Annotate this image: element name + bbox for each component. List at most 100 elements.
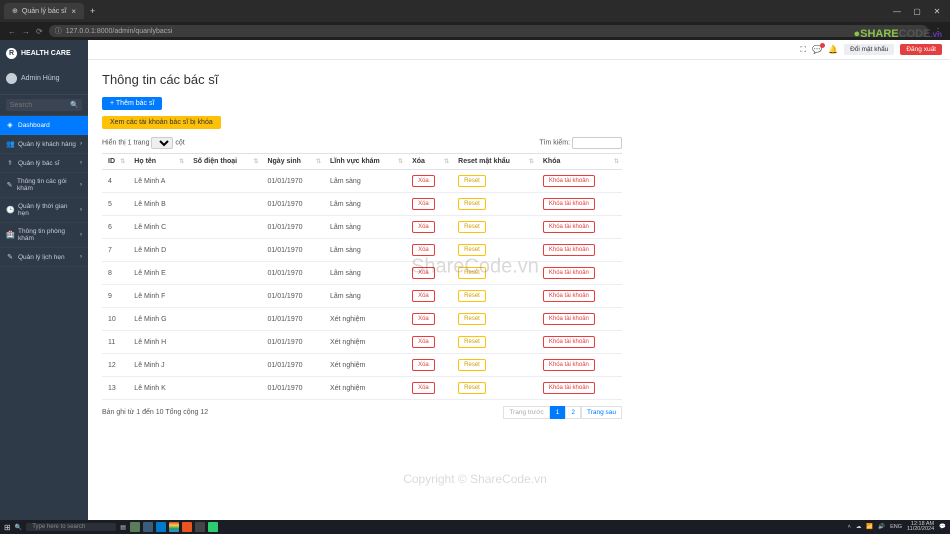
cell-phone xyxy=(187,308,261,331)
reset-button[interactable]: Reset xyxy=(458,382,486,394)
lock-button[interactable]: Khóa tài khoản xyxy=(543,290,595,302)
nav-forward-icon[interactable]: → xyxy=(22,27,30,36)
close-window-button[interactable]: ✕ xyxy=(928,7,946,16)
nav-doctors[interactable]: ⚕ Quản lý bác sĩ › xyxy=(0,154,88,173)
reset-button[interactable]: Reset xyxy=(458,221,486,233)
page-size-select[interactable]: 10 xyxy=(151,137,173,149)
cell-field: Xét nghiệm xyxy=(324,308,406,331)
view-locked-button[interactable]: Xem các tài khoản bác sĩ bị khóa xyxy=(102,116,221,129)
col-phone[interactable]: Số điện thoại xyxy=(187,154,261,170)
cell-name: Lê Minh C xyxy=(128,216,187,239)
chrome-icon[interactable] xyxy=(169,522,179,532)
delete-button[interactable]: Xóa xyxy=(412,382,435,394)
new-tab-button[interactable]: + xyxy=(84,6,101,16)
expand-icon[interactable]: ⛶ xyxy=(801,45,807,55)
table-row: 12 Lê Minh J 01/01/1970 Xét nghiệm Xóa R… xyxy=(102,354,622,377)
sidebar-user[interactable]: Admin Hùng xyxy=(0,67,88,95)
nav-back-icon[interactable]: ← xyxy=(8,27,16,36)
app-icon[interactable] xyxy=(208,522,218,532)
browser-tab[interactable]: ⊕ Quản lý bác sĩ × xyxy=(4,3,84,19)
cell-name: Lê Minh E xyxy=(128,262,187,285)
next-page-button[interactable]: Trang sau xyxy=(581,406,622,419)
notification-center-icon[interactable]: 💬 xyxy=(939,524,946,530)
url-input[interactable]: ⓘ 127.0.0.1:8000/admin/quanlybacsi xyxy=(49,25,928,37)
table-search-input[interactable] xyxy=(572,137,622,149)
lock-button[interactable]: Khóa tài khoản xyxy=(543,221,595,233)
app-icon[interactable] xyxy=(130,522,140,532)
site-info-icon: ⓘ xyxy=(55,26,62,36)
close-icon[interactable]: × xyxy=(71,7,76,16)
lock-button[interactable]: Khóa tài khoản xyxy=(543,359,595,371)
sidebar-brand[interactable]: R HEALTH CARE xyxy=(0,40,88,67)
search-icon[interactable]: 🔍 xyxy=(70,101,79,109)
table-row: 6 Lê Minh C 01/01/1970 Lâm sàng Xóa Rese… xyxy=(102,216,622,239)
nav-dashboard[interactable]: ◈ Dashboard xyxy=(0,116,88,135)
tray-cloud-icon[interactable]: ☁ xyxy=(856,524,862,530)
maximize-button[interactable]: ▢ xyxy=(908,7,926,16)
app-icon[interactable] xyxy=(143,522,153,532)
nav-schedule-time[interactable]: 🕒 Quản lý thời gian hẹn › xyxy=(0,198,88,223)
lock-button[interactable]: Khóa tài khoản xyxy=(543,244,595,256)
lock-button[interactable]: Khóa tài khoản xyxy=(543,336,595,348)
delete-button[interactable]: Xóa xyxy=(412,244,435,256)
lock-button[interactable]: Khóa tài khoản xyxy=(543,267,595,279)
cell-dob: 01/01/1970 xyxy=(261,216,324,239)
lock-button[interactable]: Khóa tài khoản xyxy=(543,175,595,187)
col-lock[interactable]: Khóa xyxy=(537,154,622,170)
cell-field: Xét nghiệm xyxy=(324,354,406,377)
bell-icon[interactable]: 🔔 xyxy=(828,45,838,54)
col-reset[interactable]: Reset mật khẩu xyxy=(452,154,537,170)
col-field[interactable]: Lĩnh vực khám xyxy=(324,154,406,170)
search-taskbar-icon[interactable]: 🔍 xyxy=(15,524,22,531)
cell-field: Lâm sàng xyxy=(324,193,406,216)
delete-button[interactable]: Xóa xyxy=(412,313,435,325)
tray-lang-icon[interactable]: ENG xyxy=(890,524,902,530)
reset-button[interactable]: Reset xyxy=(458,290,486,302)
start-button[interactable]: ⊞ xyxy=(4,523,11,532)
delete-button[interactable]: Xóa xyxy=(412,359,435,371)
nav-clinics[interactable]: 🏥 Thông tin phòng khám › xyxy=(0,223,88,248)
reload-icon[interactable]: ⟳ xyxy=(36,27,43,36)
delete-button[interactable]: Xóa xyxy=(412,198,435,210)
col-dob[interactable]: Ngày sinh xyxy=(261,154,324,170)
lock-button[interactable]: Khóa tài khoản xyxy=(543,198,595,210)
prev-page-button[interactable]: Trang trước xyxy=(503,406,549,419)
reset-button[interactable]: Reset xyxy=(458,244,486,256)
reset-button[interactable]: Reset xyxy=(458,336,486,348)
content-area: ⛶ 💬 🔔 Đổi mật khẩu Đăng xuất Thông tin c… xyxy=(88,40,950,520)
clock-date[interactable]: 11/20/2024 xyxy=(907,527,934,533)
package-icon: ✎ xyxy=(6,181,13,189)
lock-button[interactable]: Khóa tài khoản xyxy=(543,313,595,325)
tray-wifi-icon[interactable]: 📶 xyxy=(866,524,873,530)
delete-button[interactable]: Xóa xyxy=(412,221,435,233)
tray-volume-icon[interactable]: 🔊 xyxy=(878,524,885,530)
vscode-icon[interactable] xyxy=(156,522,166,532)
col-delete[interactable]: Xóa xyxy=(406,154,452,170)
lock-button[interactable]: Khóa tài khoản xyxy=(543,382,595,394)
page-2-button[interactable]: 2 xyxy=(565,406,581,419)
col-id[interactable]: ID xyxy=(102,154,128,170)
reset-button[interactable]: Reset xyxy=(458,359,486,371)
nav-appointments[interactable]: ✎ Quản lý lịch hẹn › xyxy=(0,248,88,267)
task-view-icon[interactable]: ▤ xyxy=(120,524,126,531)
nav-customers[interactable]: 👥 Quản lý khách hàng › xyxy=(0,135,88,154)
taskbar-search[interactable]: Type here to search xyxy=(26,523,116,531)
sidebar: R HEALTH CARE Admin Hùng 🔍 ◈ Dashboard 👥… xyxy=(0,40,88,520)
terminal-icon[interactable] xyxy=(195,522,205,532)
reset-button[interactable]: Reset xyxy=(458,175,486,187)
reset-button[interactable]: Reset xyxy=(458,313,486,325)
app-icon[interactable] xyxy=(182,522,192,532)
col-name[interactable]: Họ tên xyxy=(128,154,187,170)
notification-icon[interactable]: 💬 xyxy=(812,45,822,54)
tray-chevron-icon[interactable]: ˄ xyxy=(848,524,851,530)
logout-button[interactable]: Đăng xuất xyxy=(900,44,942,55)
change-password-button[interactable]: Đổi mật khẩu xyxy=(844,44,894,55)
delete-button[interactable]: Xóa xyxy=(412,290,435,302)
nav-packages[interactable]: ✎ Thông tin các gói khám › xyxy=(0,173,88,198)
reset-button[interactable]: Reset xyxy=(458,198,486,210)
page-1-button[interactable]: 1 xyxy=(550,406,566,419)
minimize-button[interactable]: — xyxy=(888,7,906,16)
delete-button[interactable]: Xóa xyxy=(412,336,435,348)
delete-button[interactable]: Xóa xyxy=(412,175,435,187)
add-doctor-button[interactable]: + Thêm bác sĩ xyxy=(102,97,162,110)
